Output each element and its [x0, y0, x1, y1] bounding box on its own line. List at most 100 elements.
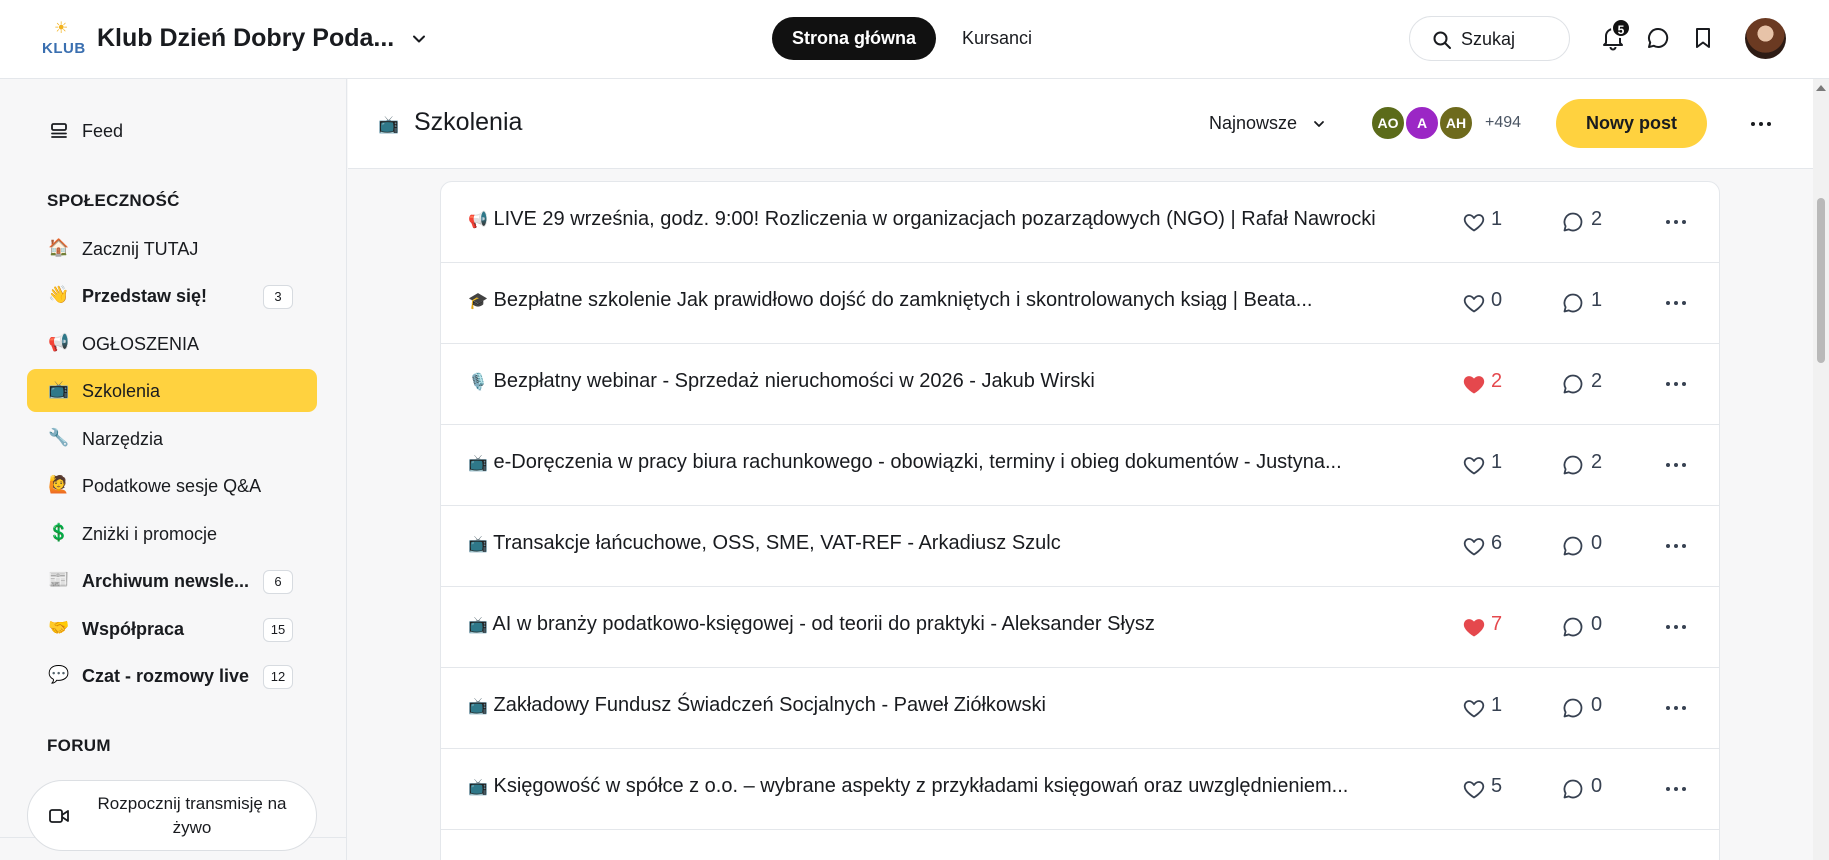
heart-icon[interactable] [1462, 534, 1486, 558]
comment-icon[interactable] [1561, 777, 1585, 801]
sidebar-item-emoji-icon: 📺 [48, 380, 70, 399]
nav-students[interactable]: Kursanci [942, 17, 1052, 60]
member-avatar[interactable]: AH [1438, 105, 1474, 141]
like-count: 6 [1491, 532, 1503, 554]
sidebar-item-0[interactable]: 🏠 Zacznij TUTAJ [27, 227, 317, 270]
post-row[interactable]: 📺 e-Doręczenia w pracy biura rachunkoweg… [441, 425, 1719, 506]
heart-filled-icon[interactable] [1462, 615, 1486, 639]
members-more-count[interactable]: +494 [1485, 114, 1521, 132]
post-row[interactable]: 📺 AI w branży podatkowo-księgowej - od t… [441, 587, 1719, 668]
scrollbar[interactable] [1813, 79, 1829, 860]
sidebar-item-2[interactable]: 📢 OGŁOSZENIA [27, 322, 317, 365]
chevron-down-icon[interactable] [409, 29, 429, 49]
heart-icon[interactable] [1462, 291, 1486, 315]
heart-icon[interactable] [1462, 453, 1486, 477]
sidebar-item-emoji-icon: 🙋 [48, 475, 70, 494]
post-title[interactable]: 📺 e-Doręczenia w pracy biura rachunkoweg… [468, 451, 1342, 474]
post-emoji-icon: 📺 [468, 455, 488, 472]
post-more-icon[interactable] [1663, 615, 1689, 639]
sidebar-item-1[interactable]: 👋 Przedstaw się! 3 [27, 274, 317, 317]
search-button[interactable]: Szukaj [1409, 16, 1570, 61]
comment-count: 0 [1591, 532, 1603, 554]
post-title-text: Bezpłatny webinar - Sprzedaż nieruchomoś… [493, 370, 1095, 392]
bookmark-icon[interactable] [1690, 25, 1716, 51]
sidebar-item-3[interactable]: 📺 Szkolenia [27, 369, 317, 412]
sidebar-item-7[interactable]: 📰 Archiwum newsle... 6 [27, 559, 317, 602]
post-title[interactable]: 📺 Zakładowy Fundusz Świadczeń Socjalnych… [468, 694, 1046, 717]
post-title[interactable]: 📢 LIVE 29 września, godz. 9:00! Rozlicze… [468, 208, 1376, 231]
post-more-icon[interactable] [1663, 291, 1689, 315]
more-options-icon[interactable] [1748, 111, 1774, 137]
nav-home[interactable]: Strona główna [772, 17, 937, 60]
like-count: 1 [1491, 451, 1503, 473]
post-row[interactable]: 📺 Księgowość w spółce z o.o. – wybrane a… [441, 749, 1719, 830]
heart-icon[interactable] [1462, 696, 1486, 720]
comment-icon[interactable] [1561, 210, 1585, 234]
post-row[interactable]: 📢 LIVE 29 września, godz. 9:00! Rozlicze… [441, 182, 1719, 263]
comment-icon[interactable] [1561, 615, 1585, 639]
scroll-up-arrow[interactable] [1816, 85, 1826, 91]
club-logo[interactable]: ☀ KLUB [40, 18, 88, 60]
community-heading: SPOŁECZNOŚĆ [47, 191, 180, 210]
unread-count-badge: 6 [263, 570, 293, 594]
post-more-icon[interactable] [1663, 696, 1689, 720]
post-more-icon[interactable] [1663, 777, 1689, 801]
post-more-icon[interactable] [1663, 534, 1689, 558]
post-emoji-icon: 📺 [468, 617, 488, 634]
comment-icon[interactable] [1561, 372, 1585, 396]
new-post-button[interactable]: Nowy post [1556, 99, 1707, 148]
post-title[interactable]: 📺 Księgowość w spółce z o.o. – wybrane a… [468, 775, 1348, 798]
sidebar-item-emoji-icon: 👋 [48, 285, 70, 304]
chat-icon[interactable] [1645, 25, 1671, 51]
user-avatar[interactable] [1745, 18, 1786, 59]
scroll-thumb[interactable] [1817, 198, 1825, 363]
post-title-text: Transakcje łańcuchowe, OSS, SME, VAT-REF… [493, 532, 1061, 554]
post-more-icon[interactable] [1663, 210, 1689, 234]
like-count: 0 [1491, 289, 1503, 311]
unread-count-badge: 12 [263, 665, 293, 689]
heart-filled-icon[interactable] [1462, 372, 1486, 396]
post-row[interactable]: 🎙️ Bezpłatny webinar - Sprzedaż nierucho… [441, 344, 1719, 425]
like-count: 5 [1491, 775, 1503, 797]
heart-icon[interactable] [1462, 777, 1486, 801]
feed-icon [51, 123, 67, 138]
like-count: 1 [1491, 208, 1503, 230]
post-row[interactable]: 📺 Zakładowy Fundusz Świadczeń Socjalnych… [441, 668, 1719, 749]
post-title[interactable]: 📺 Transakcje łańcuchowe, OSS, SME, VAT-R… [468, 532, 1061, 555]
sort-dropdown[interactable]: Najnowsze [1209, 113, 1324, 134]
post-row[interactable]: 🎓 Bezpłatne szkolenie Jak prawidłowo doj… [441, 263, 1719, 344]
start-live-button[interactable]: Rozpocznij transmisję na żywo [27, 780, 317, 851]
post-title[interactable]: 📺 AI w branży podatkowo-księgowej - od t… [468, 613, 1155, 636]
post-title-text: AI w branży podatkowo-księgowej - od teo… [492, 613, 1155, 635]
sidebar-item-4[interactable]: 🔧 Narzędzia [27, 417, 317, 460]
post-title[interactable]: 🎙️ Bezpłatny webinar - Sprzedaż nierucho… [468, 370, 1095, 393]
post-more-icon[interactable] [1663, 372, 1689, 396]
sidebar-item-8[interactable]: 🤝 Współpraca 15 [27, 607, 317, 650]
club-name[interactable]: Klub Dzień Dobry Poda... [97, 24, 394, 53]
sidebar-item-5[interactable]: 🙋 Podatkowe sesje Q&A [27, 464, 317, 507]
comment-icon[interactable] [1561, 453, 1585, 477]
sidebar-item-label: Archiwum newsle... [82, 571, 250, 591]
post-more-icon[interactable] [1663, 453, 1689, 477]
member-avatar[interactable]: AO [1370, 105, 1406, 141]
comment-icon[interactable] [1561, 534, 1585, 558]
post-title[interactable]: 🎓 Bezpłatne szkolenie Jak prawidłowo doj… [468, 289, 1312, 312]
sidebar-item-feed[interactable]: Feed [27, 109, 317, 152]
space-title: Szkolenia [414, 108, 523, 136]
comment-count: 2 [1591, 208, 1603, 230]
sidebar-item-label: OGŁOSZENIA [82, 334, 200, 354]
sidebar-item-6[interactable]: 💲 Zniżki i promocje [27, 512, 317, 555]
post-row[interactable]: 📺 Transakcje łańcuchowe, OSS, SME, VAT-R… [441, 506, 1719, 587]
like-count: 1 [1491, 694, 1503, 716]
member-avatar[interactable]: A [1404, 105, 1440, 141]
sidebar-item-emoji-icon: 🤝 [48, 618, 70, 637]
comment-icon[interactable] [1561, 696, 1585, 720]
comment-icon[interactable] [1561, 291, 1585, 315]
sidebar-item-9[interactable]: 💬 Czat - rozmowy live 12 [27, 654, 317, 697]
heart-icon[interactable] [1462, 210, 1486, 234]
tv-icon: 📺 [378, 115, 400, 134]
post-list: 📢 LIVE 29 września, godz. 9:00! Rozlicze… [440, 181, 1720, 860]
post-emoji-icon: 🎓 [468, 293, 488, 310]
post-title-text: Księgowość w spółce z o.o. – wybrane asp… [493, 775, 1349, 797]
video-camera-icon [49, 809, 69, 823]
